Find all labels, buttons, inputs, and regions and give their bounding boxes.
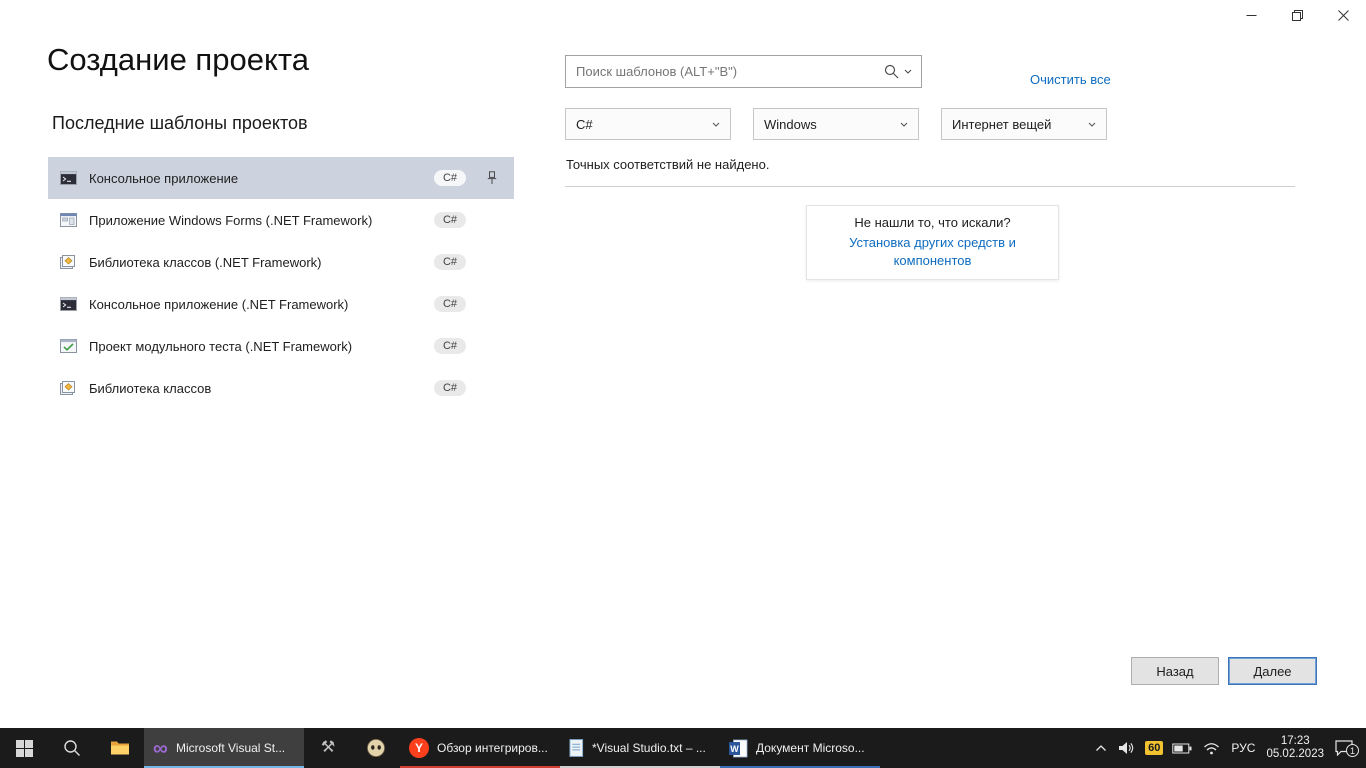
taskbar-task-notepad[interactable]: *Visual Studio.txt – ... xyxy=(560,728,720,768)
template-label: Проект модульного теста (.NET Framework) xyxy=(89,339,434,354)
taskbar-app-game[interactable] xyxy=(352,728,400,768)
window-controls xyxy=(1228,0,1366,30)
task-label: Microsoft Visual St... xyxy=(176,741,285,755)
console-app-icon xyxy=(60,297,78,311)
not-found-title: Не нашли то, что искали? xyxy=(813,215,1052,230)
svg-text:W: W xyxy=(730,744,739,754)
chevron-down-icon xyxy=(712,122,720,127)
winforms-app-icon xyxy=(60,213,78,227)
folder-icon xyxy=(110,740,130,756)
page-title: Создание проекта xyxy=(47,42,309,78)
start-button[interactable] xyxy=(0,728,48,768)
battery-percent-badge[interactable]: 60 xyxy=(1145,741,1163,755)
language-badge: C# xyxy=(434,254,466,270)
wifi-icon xyxy=(1203,742,1220,755)
next-button[interactable]: Далее xyxy=(1228,657,1317,685)
template-row[interactable]: Проект модульного теста (.NET Framework)… xyxy=(48,325,514,367)
template-label: Консольное приложение (.NET Framework) xyxy=(89,297,434,312)
windows-logo-icon xyxy=(16,740,33,757)
class-library-icon xyxy=(60,381,78,395)
file-explorer-button[interactable] xyxy=(96,728,144,768)
install-tools-link[interactable]: Установка других средств и компонентов xyxy=(849,235,1016,268)
system-tray: 60 РУС 17:23 05.02.2023 1 xyxy=(1093,728,1366,768)
notification-count-badge: 1 xyxy=(1346,744,1359,757)
template-label: Библиотека классов xyxy=(89,381,434,396)
recent-templates-heading: Последние шаблоны проектов xyxy=(52,113,308,134)
word-icon: W xyxy=(729,739,748,758)
taskbar-app-tools[interactable]: ⚒ xyxy=(304,728,352,768)
yandex-browser-icon: Y xyxy=(409,738,429,758)
minimize-button[interactable] xyxy=(1228,0,1274,30)
taskbar-task-word[interactable]: W Документ Microso... xyxy=(720,728,880,768)
battery-button[interactable] xyxy=(1170,743,1194,754)
class-library-icon xyxy=(60,255,78,269)
tray-time: 17:23 xyxy=(1266,735,1324,748)
close-button[interactable] xyxy=(1320,0,1366,30)
search-dropdown-caret-icon[interactable] xyxy=(904,69,912,74)
minimize-icon xyxy=(1246,10,1257,21)
clear-all-link[interactable]: Очистить все xyxy=(1030,72,1111,87)
language-indicator[interactable]: РУС xyxy=(1229,741,1257,755)
restore-button[interactable] xyxy=(1274,0,1320,30)
task-label: *Visual Studio.txt – ... xyxy=(592,741,706,755)
back-button[interactable]: Назад xyxy=(1131,657,1219,685)
recent-templates-list: Консольное приложение C# Приложение Wind… xyxy=(48,157,514,409)
language-badge: C# xyxy=(434,212,466,228)
chevron-down-icon xyxy=(1088,122,1096,127)
close-icon xyxy=(1338,10,1349,21)
template-label: Библиотека классов (.NET Framework) xyxy=(89,255,434,270)
clock[interactable]: 17:23 05.02.2023 xyxy=(1264,735,1326,761)
template-row[interactable]: Библиотека классов C# xyxy=(48,367,514,409)
template-row[interactable]: Библиотека классов (.NET Framework) C# xyxy=(48,241,514,283)
template-label: Приложение Windows Forms (.NET Framework… xyxy=(89,213,434,228)
chevron-up-icon xyxy=(1095,744,1107,752)
template-search-box xyxy=(565,55,922,88)
project-type-filter-value: Интернет вещей xyxy=(952,117,1051,132)
taskbar-task-visual-studio[interactable]: ∞ Microsoft Visual St... xyxy=(144,728,304,768)
hammer-pick-icon: ⚒ xyxy=(321,740,335,756)
search-icon[interactable] xyxy=(884,64,899,79)
language-badge: C# xyxy=(434,380,466,396)
pin-icon xyxy=(487,171,497,185)
action-center-button[interactable]: 1 xyxy=(1333,740,1355,756)
template-row[interactable]: Консольное приложение C# xyxy=(48,157,514,199)
network-button[interactable] xyxy=(1201,742,1222,755)
template-row[interactable]: Консольное приложение (.NET Framework) C… xyxy=(48,283,514,325)
task-label: Обзор интегриров... xyxy=(437,741,548,755)
hidden-icons-button[interactable] xyxy=(1093,744,1109,752)
tray-date: 05.02.2023 xyxy=(1266,748,1324,761)
template-label: Консольное приложение xyxy=(89,171,434,186)
template-row[interactable]: Приложение Windows Forms (.NET Framework… xyxy=(48,199,514,241)
console-app-icon xyxy=(60,171,78,185)
project-type-filter-dropdown[interactable]: Интернет вещей xyxy=(941,108,1107,140)
notepad-icon xyxy=(569,738,584,758)
speaker-icon xyxy=(1118,741,1136,755)
platform-filter-dropdown[interactable]: Windows xyxy=(753,108,919,140)
pin-button[interactable] xyxy=(476,171,508,185)
taskbar: ∞ Microsoft Visual St... ⚒ Y Обзор интег… xyxy=(0,728,1366,768)
volume-button[interactable] xyxy=(1116,741,1138,755)
chevron-down-icon xyxy=(900,122,908,127)
task-label: Документ Microso... xyxy=(756,741,865,755)
language-badge: C# xyxy=(434,296,466,312)
search-icon xyxy=(63,739,81,757)
no-match-message: Точных соответствий не найдено. xyxy=(566,157,769,172)
game-face-icon xyxy=(366,738,386,758)
search-input[interactable] xyxy=(566,64,884,79)
restore-icon xyxy=(1292,10,1303,21)
not-found-box: Не нашли то, что искали? Установка други… xyxy=(806,205,1059,280)
taskbar-search-button[interactable] xyxy=(48,728,96,768)
results-divider xyxy=(565,186,1295,187)
taskbar-task-yandex-browser[interactable]: Y Обзор интегриров... xyxy=(400,728,560,768)
language-filter-dropdown[interactable]: C# xyxy=(565,108,731,140)
visual-studio-icon: ∞ xyxy=(153,738,168,759)
unit-test-icon xyxy=(60,339,78,353)
language-filter-value: C# xyxy=(576,117,593,132)
battery-icon xyxy=(1172,743,1192,754)
language-badge: C# xyxy=(434,338,466,354)
platform-filter-value: Windows xyxy=(764,117,817,132)
language-badge: C# xyxy=(434,170,466,186)
